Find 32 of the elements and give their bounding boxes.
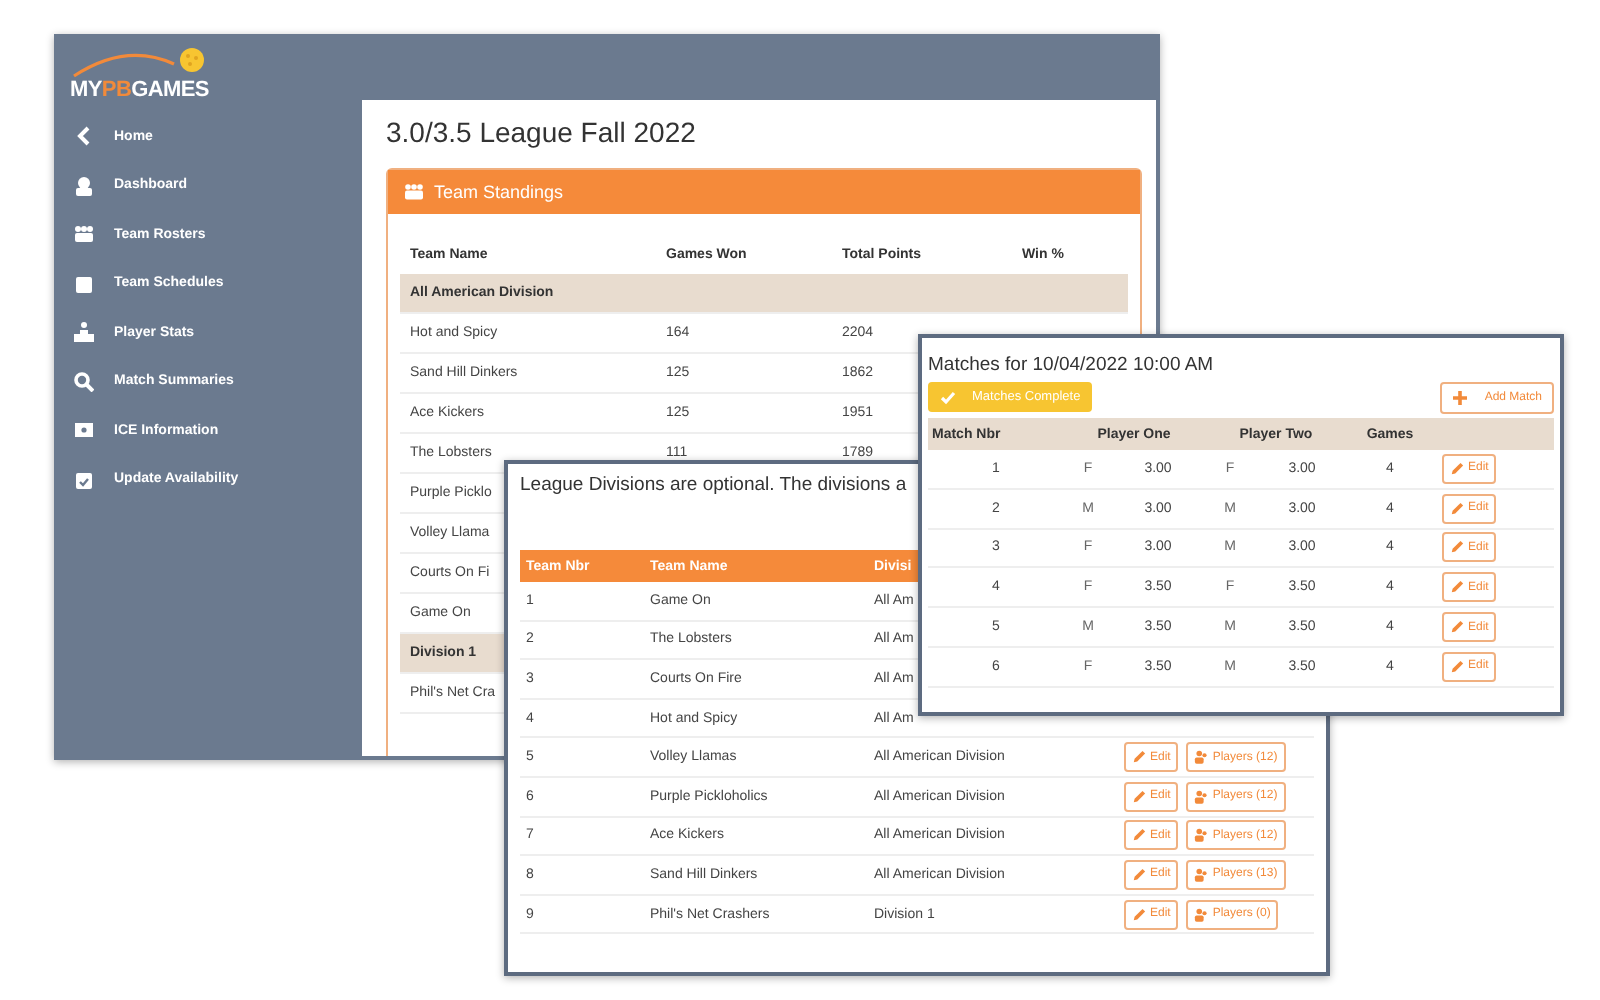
pencil-icon [1450, 580, 1464, 595]
logo-text[interactable]: MYPBGAMES [70, 78, 209, 102]
page-title: 3.0/3.5 League Fall 2022 [386, 116, 698, 148]
matches-title: Matches for 10/04/2022 10:00 AM [928, 354, 1216, 376]
pencil-icon [1450, 501, 1464, 516]
panel-title: Team Standings [434, 182, 564, 202]
people-icon [1194, 789, 1209, 804]
chevron-left-icon [74, 126, 94, 146]
search-icon [74, 371, 94, 391]
calendar-check-icon [74, 469, 94, 489]
pencil-icon [1132, 867, 1146, 882]
people-icon [404, 184, 424, 200]
pencil-icon [1132, 750, 1146, 765]
pencil-icon [1450, 540, 1464, 555]
people-icon [1194, 828, 1209, 843]
pencil-icon [1450, 659, 1464, 674]
people-icon [1194, 867, 1209, 882]
id-card-icon [74, 420, 94, 440]
people-icon [74, 224, 94, 244]
people-icon [1194, 907, 1209, 922]
pencil-icon [1450, 461, 1464, 476]
podium-icon [74, 322, 94, 342]
logo-icon [70, 46, 210, 78]
pencil-icon [1132, 907, 1146, 922]
plus-icon [1452, 390, 1469, 406]
people-icon [1194, 750, 1209, 765]
user-icon [74, 175, 94, 195]
check-icon [940, 389, 956, 405]
pencil-icon [1132, 828, 1146, 843]
note-text: League Divisions are optional. The divisions a [520, 474, 909, 496]
pencil-icon [1450, 620, 1464, 635]
pencil-icon [1132, 789, 1146, 804]
